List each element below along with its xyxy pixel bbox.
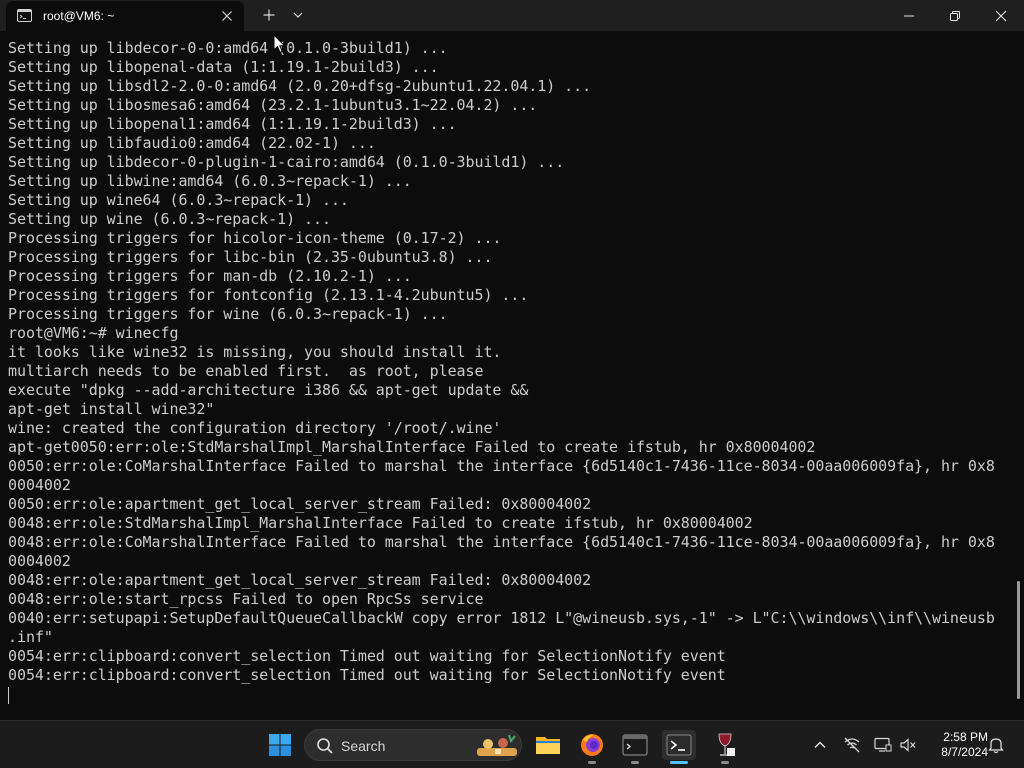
terminal-line: root@VM6:~# winecfg: [8, 324, 179, 342]
terminal-line: 0054:err:clipboard:convert_selection Tim…: [8, 647, 726, 665]
terminal-output[interactable]: Setting up libdecor-0-0:amd64 (0.1.0-3bu…: [0, 31, 1024, 720]
title-bar: root@VM6: ~: [0, 0, 1024, 31]
terminal-line: 0004002: [8, 476, 71, 494]
chevron-up-icon: [814, 741, 826, 748]
file-explorer-icon: [536, 737, 560, 754]
terminal-line: Setting up libdecor-0-plugin-1-cairo:amd…: [8, 153, 565, 171]
terminal-icon: [17, 9, 32, 22]
new-tab-plus-icon[interactable]: [261, 7, 277, 23]
scrollbar-thumb[interactable]: [1017, 581, 1020, 699]
restore-button[interactable]: [932, 0, 978, 31]
network-status-button[interactable]: [842, 735, 862, 755]
terminal-lines: Setting up libdecor-0-0:amd64 (0.1.0-3bu…: [8, 39, 1024, 685]
display-icon: [874, 737, 892, 752]
notifications-button[interactable]: [986, 735, 1006, 755]
close-icon: [995, 10, 1007, 21]
firefox-icon: [581, 734, 603, 756]
network-off-icon: [844, 737, 860, 753]
terminal-line: wine: created the configuration director…: [8, 419, 502, 437]
taskbar-search[interactable]: Search: [304, 729, 522, 761]
terminal-line: Setting up libopenal-data (1:1.19.1-2bui…: [8, 58, 439, 76]
terminal-line: execute "dpkg --add-architecture i386 &&…: [8, 381, 529, 399]
terminal-line: apt-get0050:err:ole:StdMarshalImpl_Marsh…: [8, 438, 816, 456]
terminal-line: .inf": [8, 628, 53, 646]
close-window-button[interactable]: [978, 0, 1024, 31]
terminal-line: Setting up wine64 (6.0.3~repack-1) ...: [8, 191, 349, 209]
close-tab-icon[interactable]: [219, 8, 235, 24]
mouse-pointer-icon: [273, 34, 286, 54]
terminal-line: Processing triggers for fontconfig (2.13…: [8, 286, 529, 304]
minimize-icon: [904, 15, 914, 16]
wine-icon: [718, 733, 735, 756]
show-hidden-icons-button[interactable]: [810, 735, 830, 755]
terminal-app-button[interactable]: [620, 730, 650, 760]
terminal-line: 0050:err:ole:apartment_get_local_server_…: [8, 495, 592, 513]
restore-icon: [950, 10, 960, 21]
terminal-line: apt-get install wine32": [8, 400, 215, 418]
chevron-down-icon[interactable]: [291, 8, 305, 22]
clock-time: 2:58 PM: [943, 730, 988, 744]
windows-terminal-active-indicator: [670, 761, 688, 764]
clock-date: 8/7/2024: [941, 745, 988, 759]
terminal-line: Setting up libosmesa6:amd64 (23.2.1-1ubu…: [8, 96, 538, 114]
terminal-running-indicator: [631, 761, 639, 764]
terminal-line: Setting up libdecor-0-0:amd64 (0.1.0-3bu…: [8, 39, 448, 57]
terminal-line: Setting up wine (6.0.3~repack-1) ...: [8, 210, 331, 228]
display-button[interactable]: [873, 735, 893, 755]
terminal-line: Setting up libsdl2-2.0-0:amd64 (2.0.20+d…: [8, 77, 592, 95]
terminal-line: 0040:err:setupapi:SetupDefaultQueueCallb…: [8, 609, 995, 627]
terminal-line: 0054:err:clipboard:convert_selection Tim…: [8, 666, 726, 684]
terminal-line: Processing triggers for hicolor-icon-the…: [8, 229, 502, 247]
terminal-line: 0050:err:ole:CoMarshalInterface Failed t…: [8, 457, 995, 475]
terminal-line: 0048:err:ole:apartment_get_local_server_…: [8, 571, 592, 589]
terminal-line: Processing triggers for libc-bin (2.35-0…: [8, 248, 493, 266]
windows-terminal-button[interactable]: [662, 730, 696, 760]
terminal-line: Setting up libwine:amd64 (6.0.3~repack-1…: [8, 172, 412, 190]
clock[interactable]: 2:58 PM 8/7/2024: [918, 730, 988, 760]
windows-terminal-icon: [666, 734, 692, 756]
terminal-line: Setting up libopenal1:amd64 (1:1.19.1-2b…: [8, 115, 457, 133]
search-placeholder: Search: [341, 738, 386, 754]
firefox-button[interactable]: [577, 730, 607, 760]
wine-running-indicator: [721, 761, 729, 764]
volume-button[interactable]: [898, 735, 918, 755]
notification-bell-icon: [988, 738, 1004, 754]
terminal-line: Processing triggers for wine (6.0.3~repa…: [8, 305, 448, 323]
terminal-line: Setting up libfaudio0:amd64 (22.02-1) ..…: [8, 134, 376, 152]
taskbar: Search 2:58 PM 8/7/2024: [0, 720, 1024, 768]
speaker-muted-icon: [900, 738, 916, 752]
search-icon: [317, 738, 333, 754]
firefox-running-indicator: [588, 761, 596, 764]
terminal-line: Processing triggers for man-db (2.10.2-1…: [8, 267, 412, 285]
tab-terminal[interactable]: root@VM6: ~: [6, 1, 244, 31]
terminal-line: 0048:err:ole:CoMarshalInterface Failed t…: [8, 533, 995, 551]
text-cursor: [8, 687, 9, 704]
terminal-line: it looks like wine32 is missing, you sho…: [8, 343, 502, 361]
terminal-app-icon: [622, 734, 648, 756]
search-highlight-icon: [477, 734, 517, 756]
prompt-line: [8, 685, 1024, 704]
terminal-line: 0048:err:ole:StdMarshalImpl_MarshalInter…: [8, 514, 753, 532]
terminal-line: multiarch needs to be enabled first. as …: [8, 362, 484, 380]
terminal-line: 0048:err:ole:start_rpcss Failed to open …: [8, 590, 484, 608]
wine-button[interactable]: [710, 730, 740, 760]
minimize-button[interactable]: [886, 0, 932, 31]
terminal-line: 0004002: [8, 552, 71, 570]
windows-start-icon: [269, 734, 291, 756]
start-button[interactable]: [265, 730, 295, 760]
file-explorer-button[interactable]: [533, 730, 563, 760]
tab-title: root@VM6: ~: [43, 9, 115, 23]
